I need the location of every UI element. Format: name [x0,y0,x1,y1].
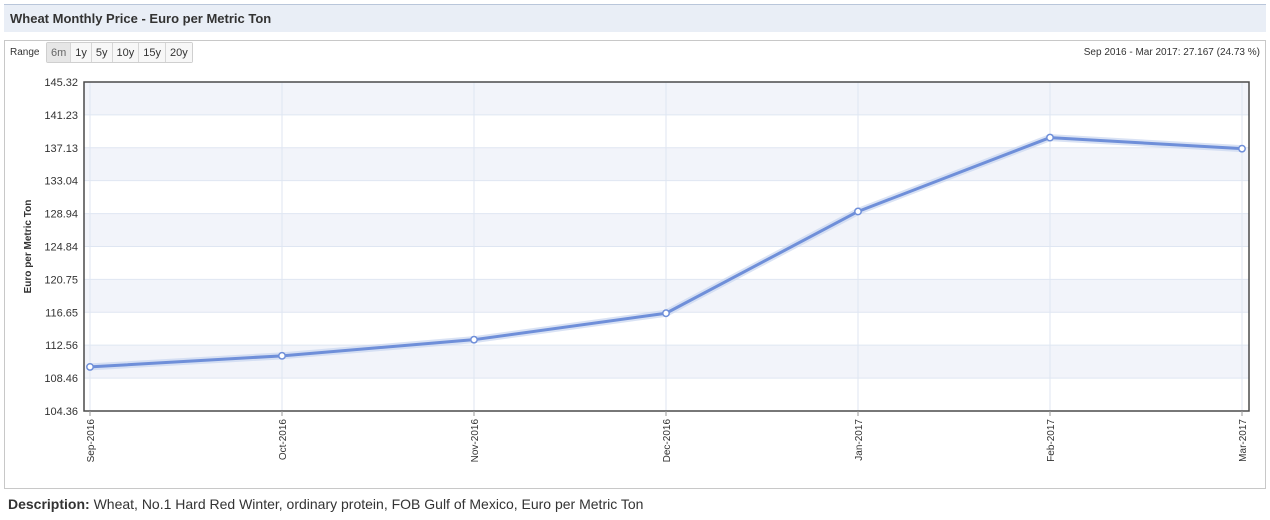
y-tick-label: 128.94 [44,209,78,221]
x-tick-label: Nov-2016 [470,419,481,463]
y-tick-label: 124.84 [44,242,78,254]
y-tick-label: 133.04 [44,176,78,188]
y-tick-label: 116.65 [45,307,78,319]
data-point [662,309,670,318]
data-point [86,362,94,371]
y-tick-label: 120.75 [44,274,78,286]
y-axis-title: Euro per Metric Ton [23,200,34,294]
x-tick-label: Jan-2017 [854,419,865,461]
y-tick-label: 108.46 [44,373,78,385]
x-tick-label: Feb-2017 [1046,419,1057,462]
y-tick-label: 112.56 [45,340,78,352]
y-tick-label: 145.32 [44,77,78,89]
data-point [854,207,862,216]
x-tick-label: Mar-2017 [1238,419,1249,462]
data-point [278,351,286,360]
y-tick-label: 137.13 [44,143,78,155]
data-point [470,335,478,344]
data-point [1238,144,1246,153]
description: Description: Wheat, No.1 Hard Red Winter… [8,496,643,512]
y-tick-label: 104.36 [44,406,78,418]
x-tick-label: Oct-2016 [278,419,289,461]
x-tick-label: Sep-2016 [86,419,97,463]
description-label: Description: [8,496,90,512]
y-tick-label: 141.23 [44,110,78,122]
line-chart: 104.36 108.46 112.56 116.65 120.75 124.84 128.… [23,77,1250,463]
x-tick-label: Dec-2016 [662,419,673,463]
data-point [1046,133,1054,142]
description-text: Wheat, No.1 Hard Red Winter, ordinary pr… [93,496,644,512]
